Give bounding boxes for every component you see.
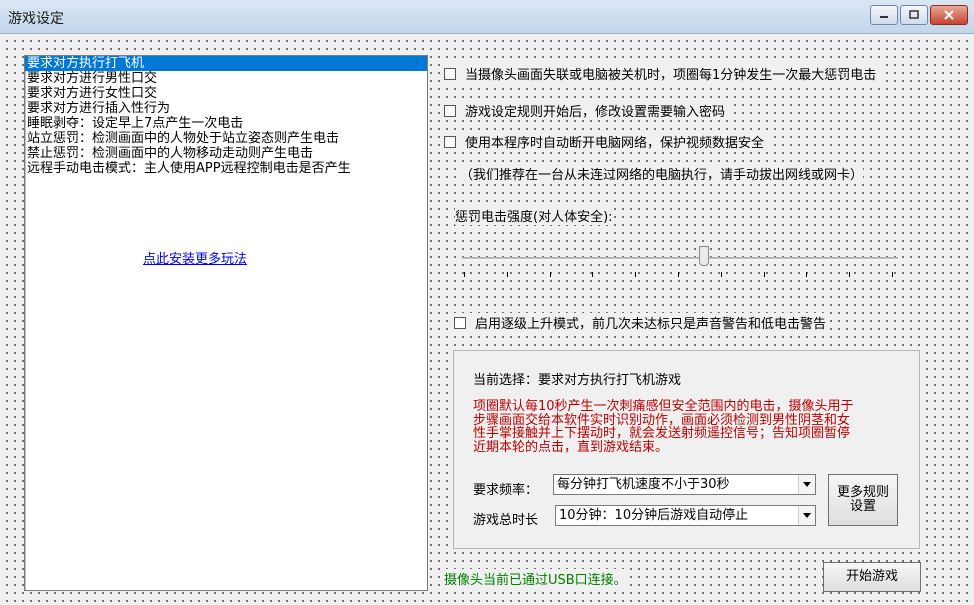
list-item[interactable]: 远程手动电击模式：主人使用APP远程控制电击是否产生: [25, 161, 427, 176]
close-button[interactable]: [930, 5, 968, 25]
slider-tick: [635, 272, 637, 277]
intensity-slider[interactable]: [460, 246, 902, 278]
slider-tick: [549, 272, 551, 277]
slider-tick: [763, 272, 765, 277]
slider-thumb[interactable]: [698, 246, 709, 266]
description-line: 性手掌接触并上下摆动时，就会发送射频遥控信号；告知项圈暂停: [473, 426, 851, 441]
frequency-select[interactable]: 每分钟打飞机速度不小于30秒: [553, 474, 816, 495]
checkbox-label: 使用本程序时自动断开电脑网络，保护视频数据安全: [465, 136, 765, 151]
maximize-button[interactable]: [900, 5, 928, 25]
more-rules-line-1: 更多规则: [836, 485, 889, 500]
checkbox-label: 当摄像头画面失联或电脑被关机时，项圈每1分钟发生一次最大惩罚电击: [465, 68, 877, 83]
title-bar: 游戏设定: [0, 0, 974, 34]
slider-tick: [592, 272, 594, 277]
duration-label: 游戏总时长: [473, 509, 539, 528]
slider-tick: [678, 272, 679, 277]
close-icon: [944, 10, 954, 20]
checkbox-box[interactable]: [444, 104, 456, 117]
camera-disconnect-checkbox[interactable]: 当摄像头画面失联或电脑被关机时，项圈每1分钟发生一次最大惩罚电击: [444, 64, 881, 83]
slider-tick: [806, 272, 808, 277]
list-item[interactable]: 要求对方执行打飞机: [25, 56, 427, 71]
description-line: 项圈默认每10秒产生一次刺痛感但安全范围内的电击，摄像头用于: [473, 399, 854, 414]
description-line: 近期本轮的点击，直到游戏结束。: [473, 439, 669, 455]
password-lock-checkbox[interactable]: 游戏设定规则开始后，修改设置需要输入密码: [444, 101, 730, 120]
description-line: 步骤画面交给本软件实时识别动作，画面必须检测到男性阴茎和女: [473, 412, 851, 428]
window-controls: [870, 5, 968, 25]
camera-status: 摄像头当前已通过USB口连接。: [444, 569, 627, 588]
mode-description: 项圈默认每10秒产生一次刺痛感但安全范围内的电击，摄像头用于 步骤画面交给本软件…: [473, 400, 913, 454]
auto-disconnect-checkbox[interactable]: 使用本程序时自动断开电脑网络，保护视频数据安全: [444, 132, 769, 151]
network-note: （我们推荐在一台从未连过网络的电脑执行，请手动拔出网线或网卡）: [460, 164, 864, 183]
more-rules-line-2: 设置: [849, 499, 876, 514]
list-item[interactable]: 要求对方进行女性口交: [25, 86, 427, 101]
dropdown-arrow-icon[interactable]: [798, 475, 815, 494]
minimize-icon: [880, 16, 888, 18]
slider-tick: [849, 272, 851, 277]
game-mode-list[interactable]: 要求对方执行打飞机 要求对方进行男性口交 要求对方进行女性口交 要求对方进行插入…: [24, 55, 428, 591]
list-item[interactable]: 站立惩罚：检测画面中的人物处于站立姿态则产生电击: [25, 131, 427, 146]
window-title: 游戏设定: [8, 11, 64, 27]
intensity-label: 惩罚电击强度(对人体安全):: [455, 206, 613, 225]
checkbox-box[interactable]: [454, 316, 466, 329]
checkbox-box[interactable]: [444, 135, 456, 148]
minimize-button[interactable]: [870, 5, 898, 25]
slider-track: [462, 257, 898, 260]
current-selection-label: 当前选择：要求对方执行打飞机游戏: [473, 369, 682, 388]
frequency-value: 每分钟打飞机速度不小于30秒: [557, 477, 730, 492]
slider-tick: [506, 272, 508, 277]
list-item[interactable]: 禁止惩罚：检测画面中的人物移动走动则产生电击: [25, 146, 427, 161]
checkbox-label: 游戏设定规则开始后，修改设置需要输入密码: [465, 105, 726, 120]
duration-value: 10分钟：10分钟后游戏自动停止: [559, 508, 749, 523]
slider-tick: [720, 272, 722, 277]
dropdown-arrow-icon[interactable]: [798, 506, 815, 525]
frequency-label: 要求频率：: [473, 479, 539, 498]
slider-tick: [892, 272, 893, 277]
duration-select[interactable]: 10分钟：10分钟后游戏自动停止: [555, 505, 816, 526]
checkbox-box[interactable]: [444, 67, 456, 80]
more-rules-button[interactable]: 更多规则 设置: [828, 474, 898, 526]
start-game-button[interactable]: 开始游戏: [823, 562, 921, 592]
checkbox-label: 启用逐级上升模式，前几次未达标只是声音警告和低电击警告: [475, 317, 827, 332]
list-item[interactable]: 睡眠剥夺：设定早上7点产生一次电击: [25, 116, 427, 131]
slider-tick: [464, 272, 465, 277]
maximize-icon: [909, 10, 919, 19]
escalation-mode-checkbox[interactable]: 启用逐级上升模式，前几次未达标只是声音警告和低电击警告: [454, 313, 831, 332]
list-item[interactable]: 要求对方进行男性口交: [25, 71, 427, 86]
install-more-link[interactable]: 点此安装更多玩法: [143, 248, 247, 267]
list-item[interactable]: 要求对方进行插入性行为: [25, 101, 427, 116]
